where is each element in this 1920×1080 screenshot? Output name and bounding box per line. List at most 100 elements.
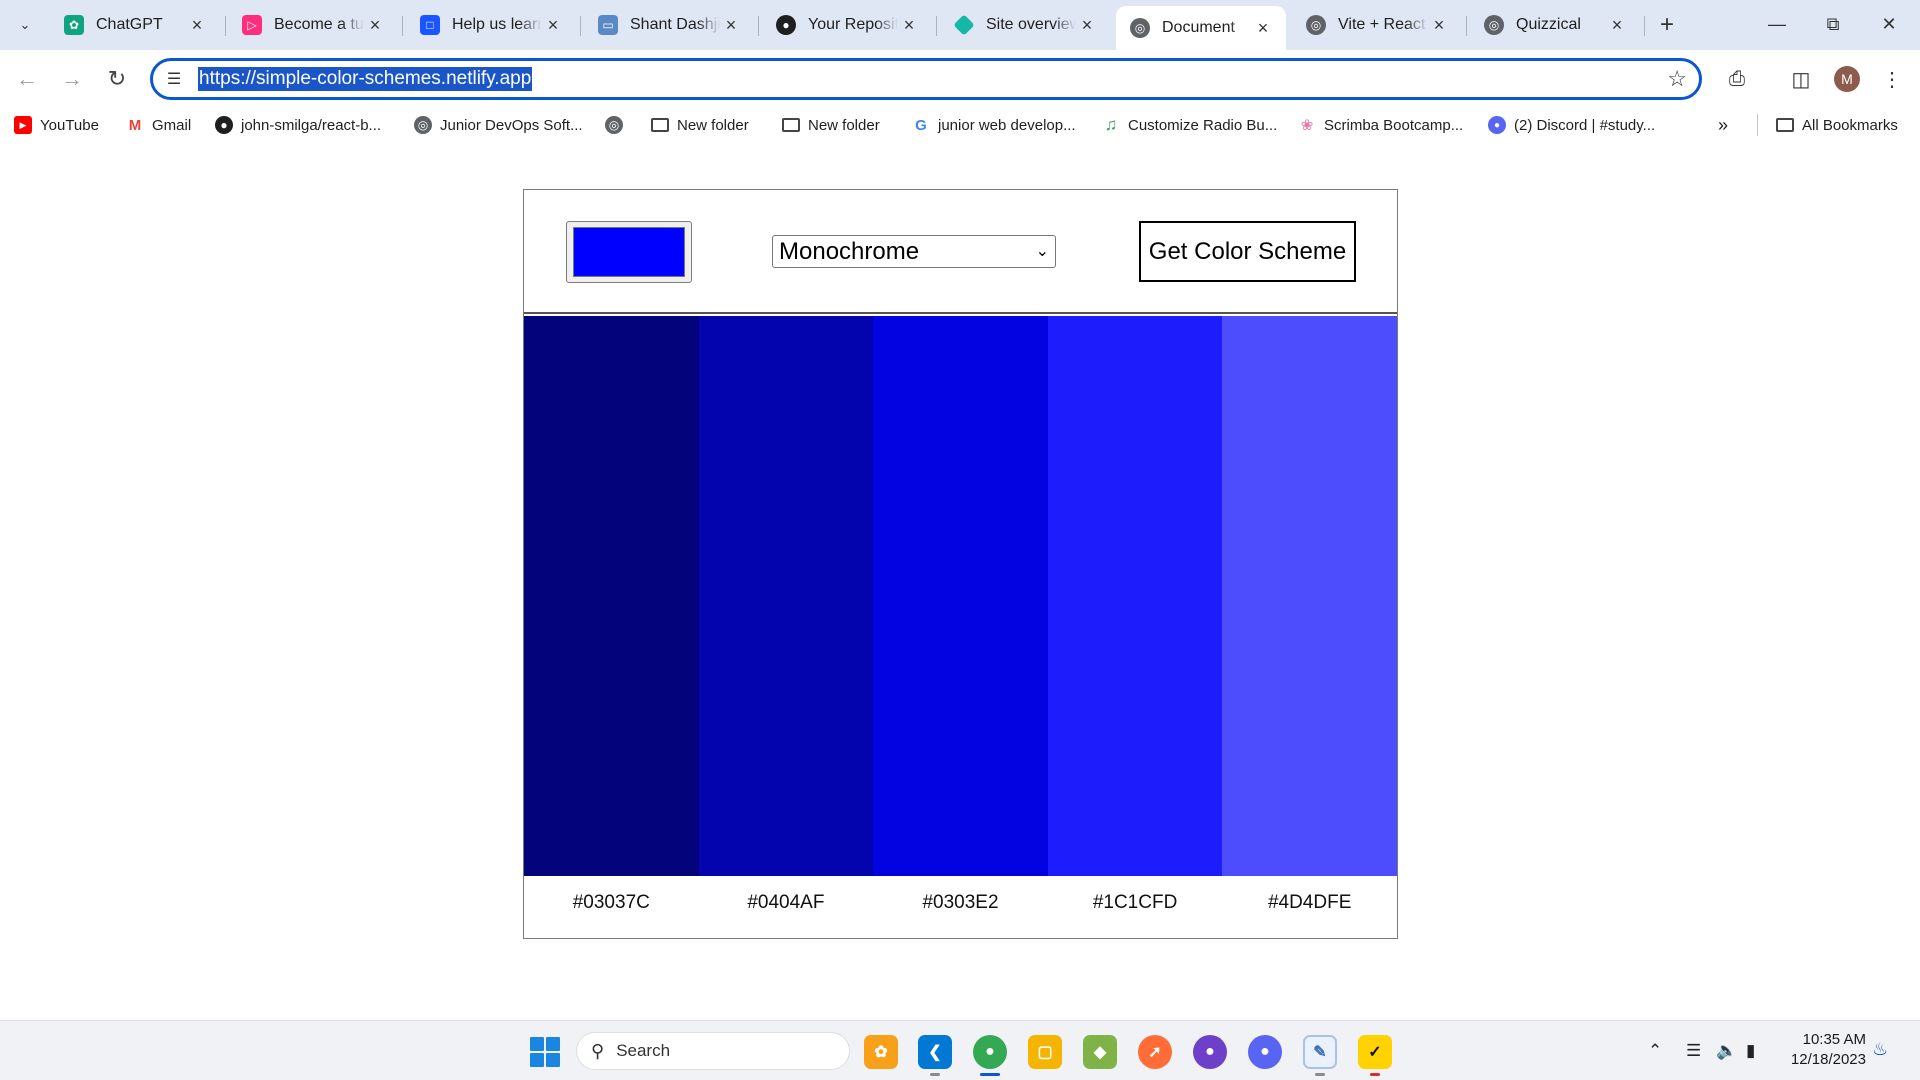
github-icon: ●: [776, 15, 796, 35]
postman-icon[interactable]: ➚: [1138, 1035, 1172, 1069]
tab-help-us-learn[interactable]: □ Help us learn ×: [406, 6, 576, 44]
close-tab-icon[interactable]: ×: [542, 15, 564, 36]
github-icon: ●: [215, 116, 233, 134]
color-stripe-4[interactable]: [1047, 316, 1223, 876]
hex-code-4[interactable]: #1C1CFD: [1048, 876, 1223, 938]
tab-chatgpt[interactable]: ✿ ChatGPT ×: [50, 6, 220, 44]
form-icon: □: [420, 15, 440, 35]
globe-icon: ◎: [414, 116, 432, 134]
taskbar-clock[interactable]: 10:35 AM 12/18/2023: [1782, 1030, 1866, 1070]
tab-strip: ⌄ ✿ ChatGPT × ▷ Become a tutor × □ Help …: [0, 0, 1920, 50]
all-bookmarks-label: All Bookmarks: [1802, 116, 1898, 134]
bookmark-new-folder-2[interactable]: New folder: [782, 114, 880, 136]
bookmark-label: john-smilga/react-b...: [241, 116, 382, 134]
notification-bell-icon[interactable]: ♨: [1872, 1039, 1888, 1060]
close-tab-icon[interactable]: ×: [720, 15, 742, 36]
menu-kebab-icon[interactable]: ⋮: [1875, 62, 1909, 96]
new-tab-plus-icon[interactable]: +: [1652, 10, 1682, 40]
volume-icon[interactable]: 🔈: [1716, 1039, 1737, 1063]
close-tab-icon[interactable]: ×: [364, 15, 386, 36]
hex-code-3[interactable]: #0303E2: [873, 876, 1048, 938]
color-stripe-5[interactable]: [1222, 316, 1397, 876]
close-tab-icon[interactable]: ×: [186, 15, 208, 36]
hex-code-5[interactable]: #4D4DFE: [1222, 876, 1397, 938]
bookmark-gmail[interactable]: M Gmail: [126, 114, 191, 136]
taskbar-search[interactable]: ⚲ Search: [576, 1032, 850, 1070]
forward-arrow-icon[interactable]: →: [55, 62, 89, 96]
discord-icon[interactable]: ●: [1248, 1035, 1282, 1069]
tab-divider: [1644, 16, 1645, 36]
bookmark-youtube[interactable]: ▶ YouTube: [14, 114, 99, 136]
wifi-icon[interactable]: ☰: [1686, 1039, 1701, 1063]
scrimba-icon: ❀: [1300, 117, 1314, 134]
bookmark-new-folder-1[interactable]: New folder: [651, 114, 749, 136]
file-explorer-icon[interactable]: ▢: [1028, 1035, 1062, 1069]
battery-icon[interactable]: ▮: [1746, 1039, 1755, 1063]
show-hidden-icons-chevron-icon[interactable]: ⌃: [1648, 1039, 1662, 1063]
github-desktop-icon[interactable]: ●: [1193, 1035, 1227, 1069]
close-tab-icon[interactable]: ×: [1428, 15, 1450, 36]
close-tab-icon[interactable]: ×: [1252, 18, 1274, 39]
git-icon[interactable]: ◆: [1083, 1035, 1117, 1069]
active-indicator: [980, 1073, 1000, 1076]
bookmarks-overflow-chevron-icon[interactable]: »: [1718, 114, 1728, 136]
window-close-icon[interactable]: ✕: [1864, 6, 1914, 42]
profile-avatar[interactable]: M: [1834, 66, 1860, 92]
seed-color-swatch: [573, 227, 685, 277]
site-settings-icon[interactable]: ☰: [163, 68, 185, 90]
color-stripe-1[interactable]: [524, 316, 699, 876]
color-stripe-3[interactable]: [873, 316, 1048, 876]
tab-your-repositories[interactable]: ● Your Repositories ×: [762, 6, 932, 44]
clock-date: 12/18/2023: [1790, 1051, 1866, 1068]
tab-title: Become a tutor: [274, 16, 364, 33]
windows-start-icon[interactable]: [530, 1037, 560, 1067]
back-arrow-icon[interactable]: ←: [10, 62, 44, 96]
bookmark-label: Gmail: [152, 116, 192, 134]
google-icon: G: [915, 116, 927, 134]
scheme-mode-value: Monochrome: [779, 238, 920, 265]
norton-icon[interactable]: ✓: [1358, 1035, 1392, 1069]
bookmark-customize-radio[interactable]: ♫ Customize Radio Bu...: [1102, 114, 1278, 136]
close-tab-icon[interactable]: ×: [898, 15, 920, 36]
copilot-icon[interactable]: ✿: [864, 1035, 898, 1069]
bookmark-john-smilga[interactable]: ● john-smilga/react-b...: [215, 114, 381, 136]
bookmark-globe[interactable]: ◎: [605, 114, 631, 136]
tab-vite-react[interactable]: ◎ Vite + React ×: [1292, 6, 1462, 44]
vscode-icon[interactable]: ❮: [918, 1035, 952, 1069]
bookmark-scrimba[interactable]: ❀ Scrimba Bootcamp...: [1298, 114, 1464, 136]
chatgpt-icon: ✿: [64, 15, 84, 35]
side-panel-icon[interactable]: ◫: [1784, 62, 1818, 96]
all-bookmarks-button[interactable]: All Bookmarks: [1776, 114, 1898, 136]
tab-divider: [1466, 16, 1467, 36]
extensions-puzzle-icon[interactable]: ⎙: [1720, 62, 1754, 96]
close-tab-icon[interactable]: ×: [1076, 15, 1098, 36]
tab-site-overview[interactable]: Site overview ×: [940, 6, 1110, 44]
restore-icon[interactable]: ⧉: [1808, 6, 1858, 42]
tab-document[interactable]: ◎ Document ×: [1116, 6, 1286, 50]
folder-icon: [1776, 118, 1794, 132]
tab-shant-dashjian[interactable]: ▭ Shant Dashjian ×: [584, 6, 754, 44]
color-stripe-2[interactable]: [698, 316, 874, 876]
scheme-mode-select[interactable]: Monochrome ⌄: [772, 235, 1056, 268]
bookmark-junior-devops[interactable]: ◎ Junior DevOps Soft...: [414, 114, 583, 136]
tab-become-a-tutor[interactable]: ▷ Become a tutor ×: [228, 6, 398, 44]
bookmark-discord[interactable]: ● (2) Discord | #study...: [1488, 114, 1655, 136]
minimize-icon[interactable]: —: [1752, 6, 1802, 42]
reload-icon[interactable]: ↻: [100, 62, 134, 96]
notepad-icon[interactable]: ✎: [1303, 1035, 1337, 1069]
close-tab-icon[interactable]: ×: [1606, 15, 1628, 36]
chrome-icon[interactable]: ●: [973, 1035, 1007, 1069]
seed-color-picker[interactable]: [566, 221, 692, 283]
hex-code-2[interactable]: #0404AF: [699, 876, 874, 938]
bookmark-star-icon[interactable]: ☆: [1667, 66, 1687, 92]
address-bar[interactable]: ☰ https://simple-color-schemes.netlify.a…: [150, 58, 1702, 100]
hex-code-1[interactable]: #03037C: [524, 876, 699, 938]
browser-toolbar: ← → ↻ ☰ https://simple-color-schemes.net…: [0, 50, 1920, 108]
folder-icon: [651, 118, 669, 132]
url-text[interactable]: https://simple-color-schemes.netlify.app: [198, 67, 533, 91]
tab-quizzical[interactable]: ◎ Quizzical ×: [1470, 6, 1640, 44]
bookmark-junior-web-developer[interactable]: G junior web develop...: [912, 114, 1075, 136]
tab-search-chevron-icon[interactable]: ⌄: [10, 10, 40, 40]
tab-title: ChatGPT: [96, 16, 163, 33]
get-color-scheme-button[interactable]: Get Color Scheme: [1139, 221, 1356, 282]
